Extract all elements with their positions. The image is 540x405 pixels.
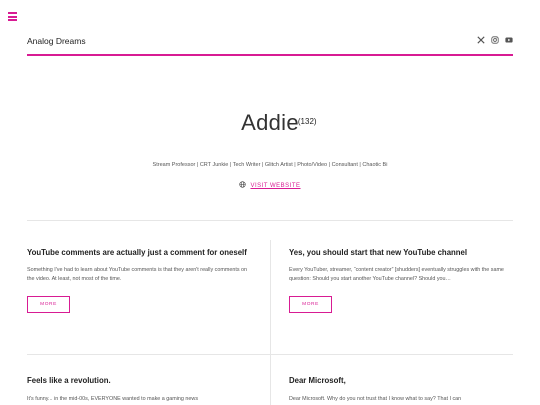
post-title[interactable]: Yes, you should start that new YouTube c… <box>289 247 514 259</box>
post-excerpt: It's funny... in the mid-00s, EVERYONE w… <box>27 396 199 402</box>
post-card: Yes, you should start that new YouTube c… <box>289 247 514 313</box>
author-name: Addie <box>241 110 299 135</box>
more-button[interactable]: MORE <box>289 296 332 313</box>
x-twitter-icon[interactable] <box>477 36 485 44</box>
instagram-icon[interactable] <box>491 36 499 44</box>
site-header: Analog Dreams <box>27 34 513 54</box>
post-title[interactable]: Dear Microsoft, <box>289 375 514 387</box>
hamburger-menu-icon[interactable] <box>8 12 17 21</box>
column-divider <box>270 240 271 405</box>
post-title[interactable]: Feels like a revolution. <box>27 375 252 387</box>
post-card: Dear Microsoft, Dear Microsoft. Why do y… <box>289 375 514 404</box>
author-bio: Stream Professor | CRT Junkie | Tech Wri… <box>152 162 388 168</box>
post-card: Feels like a revolution. It's funny... i… <box>27 375 252 404</box>
post-excerpt: Dear Microsoft. Why do you not trust tha… <box>289 396 462 402</box>
visit-website: VISIT WEBSITE <box>0 181 540 189</box>
row-divider <box>27 354 513 355</box>
youtube-icon[interactable] <box>505 36 513 44</box>
social-links <box>477 36 513 44</box>
post-excerpt: Something I've had to learn about YouTub… <box>27 267 248 282</box>
site-title[interactable]: Analog Dreams <box>27 36 86 46</box>
post-excerpt: Every YouTuber, streamer, “content creat… <box>289 267 504 282</box>
post-card: YouTube comments are actually just a com… <box>27 247 252 313</box>
more-button[interactable]: MORE <box>27 296 70 313</box>
post-count: (132) <box>297 117 317 126</box>
section-divider <box>27 220 513 221</box>
header-accent-rule <box>27 54 513 56</box>
globe-icon <box>239 181 247 188</box>
post-title[interactable]: YouTube comments are actually just a com… <box>27 247 252 259</box>
author-header: Addie (132) <box>0 110 540 136</box>
visit-website-link[interactable]: VISIT WEBSITE <box>250 183 300 189</box>
